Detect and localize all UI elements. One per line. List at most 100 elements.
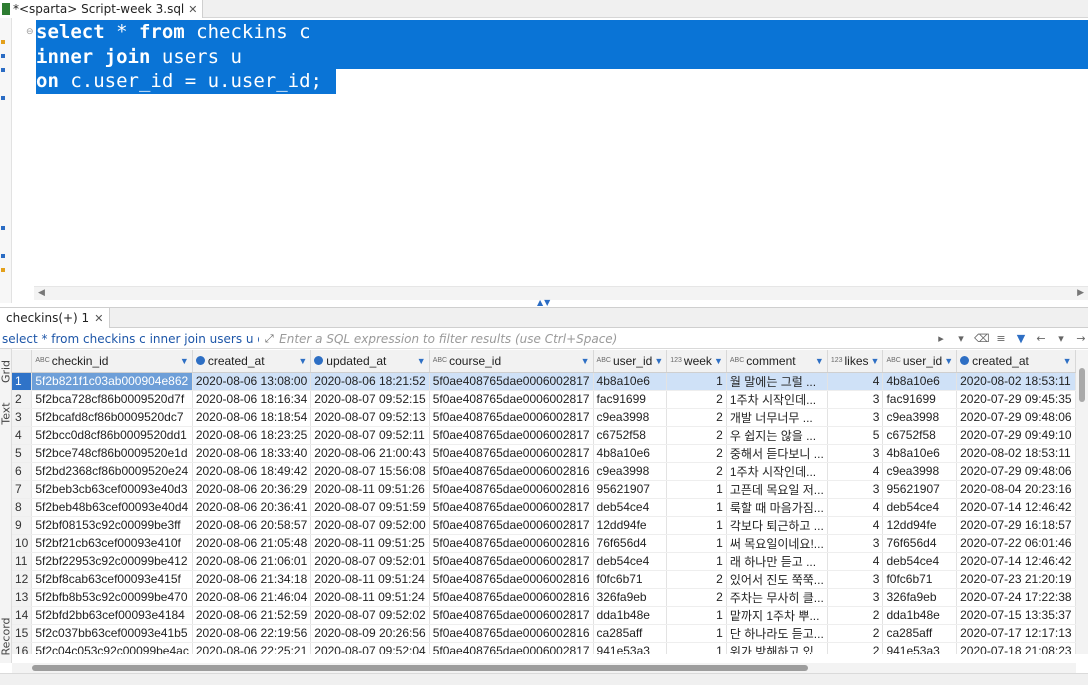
table-cell[interactable]: 5f2bfd2bb63cef00093e4184 bbox=[31, 606, 193, 625]
table-row[interactable]: 12 5f2bf8cab63cef00093e415f 2020-08-06 21:… bbox=[12, 570, 1076, 589]
sort-filter-icon[interactable]: ▼ bbox=[180, 356, 189, 366]
sort-filter-icon[interactable]: ▼ bbox=[654, 356, 663, 366]
table-cell[interactable]: 3 bbox=[827, 588, 884, 607]
table-cell[interactable]: 5f0ae408765dae0006002816 bbox=[429, 570, 594, 589]
table-cell[interactable]: 2 bbox=[666, 408, 727, 427]
table-cell[interactable]: 2 bbox=[827, 642, 884, 654]
table-cell[interactable]: c9ea3998 bbox=[882, 462, 958, 481]
table-cell[interactable]: 써 목요일이네요!... bbox=[726, 534, 828, 553]
table-cell[interactable]: c9ea3998 bbox=[593, 408, 668, 427]
erase-filter-icon[interactable]: ⌫ bbox=[974, 332, 990, 345]
table-cell[interactable]: 5f0ae408765dae0006002817 bbox=[429, 426, 594, 445]
fold-icon[interactable]: ⊖ bbox=[26, 28, 34, 37]
table-cell[interactable]: 3 bbox=[827, 570, 884, 589]
grid-vertical-scrollbar[interactable] bbox=[1076, 350, 1088, 654]
row-number[interactable]: 8 bbox=[12, 498, 33, 517]
table-cell[interactable]: 2020-07-29 09:48:06 bbox=[956, 462, 1076, 481]
table-cell[interactable]: 5f2beb3cb63cef00093e40d3 bbox=[31, 480, 193, 499]
table-cell[interactable]: 1 bbox=[666, 480, 727, 499]
row-number[interactable]: 5 bbox=[12, 444, 33, 463]
table-cell[interactable]: deb54ce4 bbox=[593, 498, 668, 517]
table-cell[interactable]: 2020-08-06 18:18:54 bbox=[192, 408, 312, 427]
table-row[interactable]: 6 5f2bd2368cf86b0009520e24 2020-08-06 18:4… bbox=[12, 462, 1076, 481]
table-cell[interactable]: 2020-07-17 12:17:13 bbox=[956, 624, 1076, 643]
table-cell[interactable]: 5f0ae408765dae0006002816 bbox=[429, 588, 594, 607]
row-number[interactable]: 7 bbox=[12, 480, 33, 499]
sort-filter-icon[interactable]: ▼ bbox=[944, 356, 953, 366]
table-row[interactable]: 8 5f2beb48b63cef00093e40d4 2020-08-06 20:3… bbox=[12, 498, 1076, 517]
column-header[interactable]: updated_at ▼ bbox=[310, 350, 430, 373]
table-cell[interactable]: 95621907 bbox=[882, 480, 958, 499]
sort-filter-icon[interactable]: ▼ bbox=[417, 356, 426, 366]
table-cell[interactable]: 1 bbox=[666, 606, 727, 625]
table-cell[interactable]: 2020-07-14 12:46:42 bbox=[956, 552, 1076, 571]
text-view-tab[interactable]: Text bbox=[0, 400, 13, 428]
column-header[interactable]: ABC course_id ▼ bbox=[429, 350, 594, 373]
row-number[interactable]: 12 bbox=[12, 570, 33, 589]
table-cell[interactable]: deb54ce4 bbox=[882, 498, 958, 517]
table-cell[interactable]: 1 bbox=[666, 642, 727, 654]
table-cell[interactable]: 2020-08-07 09:52:00 bbox=[310, 516, 430, 535]
table-cell[interactable]: fac91699 bbox=[882, 390, 958, 409]
table-cell[interactable]: 326fa9eb bbox=[882, 588, 958, 607]
table-cell[interactable]: 있어서 진도 쭉쭉... bbox=[726, 570, 828, 589]
close-icon[interactable]: ✕ bbox=[94, 312, 103, 325]
row-number[interactable]: 1 bbox=[12, 372, 33, 391]
table-cell[interactable]: 4b8a10e6 bbox=[593, 444, 668, 463]
forward-icon[interactable]: → bbox=[1074, 332, 1088, 345]
table-cell[interactable]: 4b8a10e6 bbox=[882, 444, 958, 463]
table-row[interactable]: 9 5f2bf08153c92c00099be3ff 2020-08-06 20:5… bbox=[12, 516, 1076, 535]
table-cell[interactable]: 2020-08-02 18:53:11 bbox=[956, 372, 1076, 391]
table-cell[interactable]: 2020-08-06 21:00:43 bbox=[310, 444, 430, 463]
table-cell[interactable]: deb54ce4 bbox=[882, 552, 958, 571]
row-number[interactable]: 9 bbox=[12, 516, 33, 535]
table-row[interactable]: 1 5f2b821f1c03ab000904e862 2020-08-06 13:0… bbox=[12, 372, 1076, 391]
table-cell[interactable]: 3 bbox=[827, 480, 884, 499]
table-cell[interactable]: 2020-08-07 09:52:15 bbox=[310, 390, 430, 409]
filter-icon[interactable]: ▼ bbox=[1014, 332, 1028, 345]
filter-settings-icon[interactable]: ≡ bbox=[994, 332, 1008, 345]
table-cell[interactable]: 12dd94fe bbox=[593, 516, 668, 535]
column-header[interactable]: ABC checkin_id ▼ bbox=[31, 350, 193, 373]
table-cell[interactable]: 2020-08-06 18:21:52 bbox=[310, 372, 430, 391]
table-cell[interactable]: 2020-08-07 09:52:01 bbox=[310, 552, 430, 571]
editor-horizontal-scrollbar[interactable]: ◀ ▶ bbox=[34, 286, 1088, 300]
table-cell[interactable]: 1 bbox=[666, 498, 727, 517]
expand-icon[interactable]: ⤢ bbox=[259, 332, 279, 346]
results-tab[interactable]: checkins(+) 1 ✕ bbox=[0, 308, 111, 328]
table-cell[interactable]: 2020-08-02 18:53:11 bbox=[956, 444, 1076, 463]
row-number[interactable]: 2 bbox=[12, 390, 33, 409]
row-number[interactable]: 16 bbox=[12, 642, 33, 654]
table-cell[interactable]: 고픈데 목요일 저... bbox=[726, 480, 828, 499]
table-cell[interactable]: 4b8a10e6 bbox=[882, 372, 958, 391]
table-cell[interactable]: 3 bbox=[827, 534, 884, 553]
table-cell[interactable]: 2020-08-11 09:51:26 bbox=[310, 480, 430, 499]
table-cell[interactable]: 5f0ae408765dae0006002817 bbox=[429, 552, 594, 571]
table-cell[interactable]: 2 bbox=[666, 444, 727, 463]
table-cell[interactable]: 2020-08-11 09:51:24 bbox=[310, 570, 430, 589]
row-number[interactable]: 13 bbox=[12, 588, 33, 607]
table-cell[interactable]: 2020-07-22 06:01:46 bbox=[956, 534, 1076, 553]
table-cell[interactable]: 2020-08-04 20:23:16 bbox=[956, 480, 1076, 499]
table-cell[interactable]: 2020-07-29 09:48:06 bbox=[956, 408, 1076, 427]
sort-filter-icon[interactable]: ▼ bbox=[298, 356, 307, 366]
column-header[interactable]: 123 likes ▼ bbox=[827, 350, 884, 373]
table-cell[interactable]: 5f2bf8cab63cef00093e415f bbox=[31, 570, 193, 589]
sort-filter-icon[interactable]: ▼ bbox=[714, 356, 723, 366]
table-cell[interactable]: 맡까지 1주차 뿌... bbox=[726, 606, 828, 625]
table-cell[interactable]: 2020-07-24 17:22:38 bbox=[956, 588, 1076, 607]
table-row[interactable]: 4 5f2bcc0d8cf86b0009520dd1 2020-08-06 18:2… bbox=[12, 426, 1076, 445]
table-cell[interactable]: 5f0ae408765dae0006002817 bbox=[429, 606, 594, 625]
table-cell[interactable]: 1주차 시작인데... bbox=[726, 390, 828, 409]
table-cell[interactable]: 941e53a3 bbox=[882, 642, 958, 654]
table-cell[interactable]: 4 bbox=[827, 552, 884, 571]
table-cell[interactable]: 2020-08-06 18:33:40 bbox=[192, 444, 312, 463]
table-cell[interactable]: 1 bbox=[666, 372, 727, 391]
column-header[interactable]: created_at ▼ bbox=[192, 350, 312, 373]
table-cell[interactable]: 5f2c037bb63cef00093e41b5 bbox=[31, 624, 193, 643]
table-cell[interactable]: 5f0ae408765dae0006002817 bbox=[429, 372, 594, 391]
table-cell[interactable]: 2020-07-15 13:35:37 bbox=[956, 606, 1076, 625]
scroll-thumb[interactable] bbox=[32, 665, 808, 671]
filter-history-icon[interactable]: ▾ bbox=[954, 332, 968, 345]
table-cell[interactable]: ca285aff bbox=[593, 624, 668, 643]
